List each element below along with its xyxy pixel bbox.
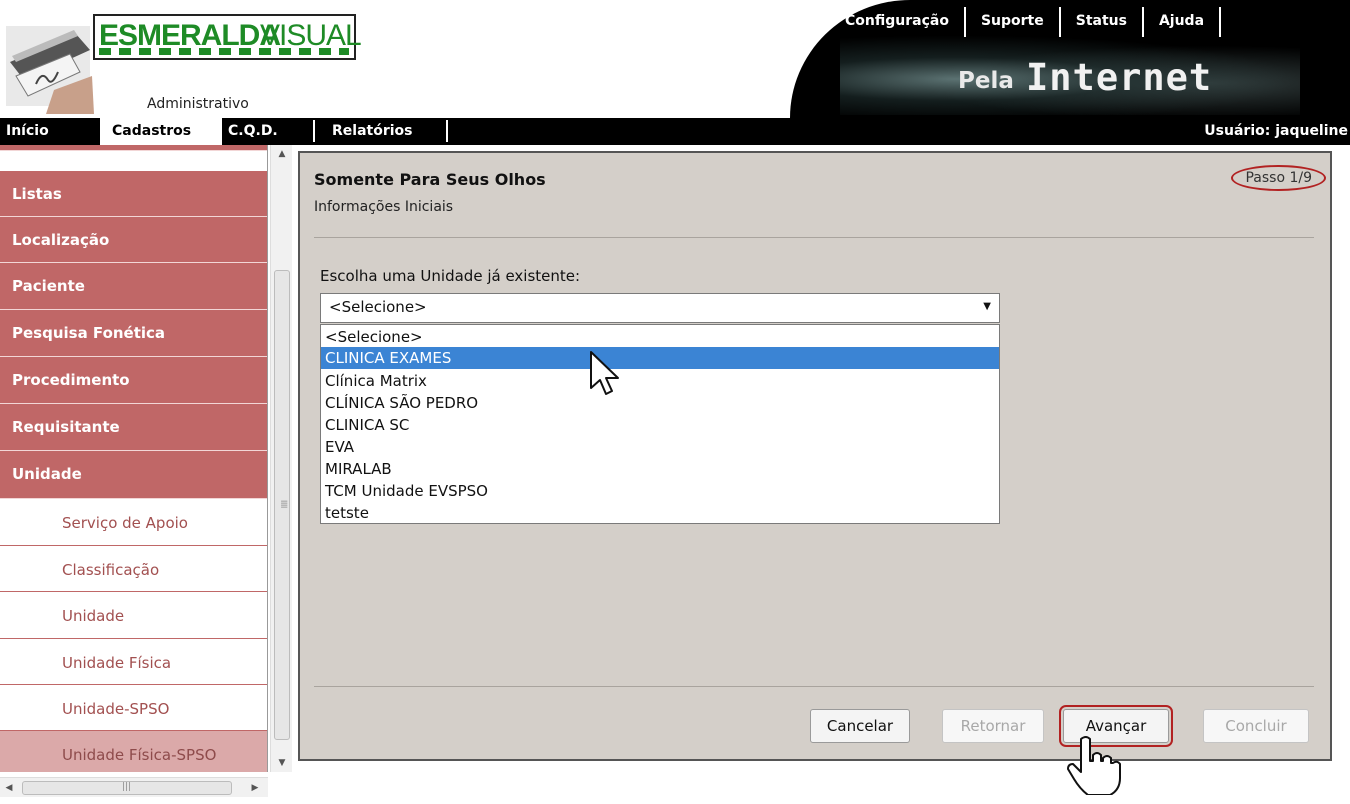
grip-icon: = = (280, 497, 289, 512)
chevron-right-icon[interactable]: ▶ (246, 778, 264, 798)
grip-icon: ||| (122, 782, 132, 792)
sidebar-item-unidade[interactable]: Unidade (0, 451, 267, 499)
dropdown-option[interactable]: MIRALAB (321, 458, 999, 480)
sidebar: Listas Localização Paciente Pesquisa Fon… (0, 145, 293, 804)
nav-separator (313, 120, 315, 142)
sidebar-subitem-unidade[interactable]: Unidade (0, 592, 267, 639)
cancel-button[interactable]: Cancelar (810, 709, 910, 743)
sidebar-item-partial[interactable] (0, 145, 267, 151)
chevron-down-icon[interactable]: ▼ (271, 754, 293, 772)
sidebar-item-requisitante[interactable]: Requisitante (0, 404, 267, 451)
sidebar-vertical-scrollbar[interactable]: ▲ = = ▼ (270, 145, 292, 772)
dropdown-option-highlighted[interactable]: CLINICA EXAMES (321, 347, 999, 369)
dropdown-option[interactable]: TCM Unidade EVSPSO (321, 480, 999, 502)
dropdown-option[interactable]: CLÍNICA SÃO PEDRO (321, 392, 999, 414)
divider (314, 686, 1314, 687)
logo-subtitle: Administrativo (147, 96, 249, 112)
sidebar-item-paciente[interactable]: Paciente (0, 263, 267, 310)
logo-title: ESMERALDA VISUAL (93, 14, 362, 60)
unidade-select[interactable]: <Selecione> ▼ (320, 293, 1000, 323)
app-header: ESMERALDA VISUAL Administrativo Pela Int… (0, 0, 1350, 118)
mouse-pointer-icon (590, 351, 619, 395)
sidebar-subitem-unidade-fisica[interactable]: Unidade Física (0, 639, 267, 685)
banner-internet-text: Internet (1026, 56, 1213, 99)
sidebar-subitem-unidade-spso[interactable]: Unidade-SPSO (0, 685, 267, 731)
top-menu-suporte[interactable]: Suporte (966, 7, 1061, 37)
hand-pointer-icon (1067, 736, 1121, 795)
top-menu-ajuda[interactable]: Ajuda (1144, 7, 1222, 37)
nav-separator (446, 120, 448, 142)
logo-area: ESMERALDA VISUAL Administrativo (0, 0, 800, 118)
unidade-dropdown-list: <Selecione> CLINICA EXAMES Clínica Matri… (320, 324, 1000, 524)
sidebar-item-localizacao[interactable]: Localização (0, 217, 267, 263)
chevron-left-icon[interactable]: ◀ (0, 778, 18, 798)
scrollbar-thumb[interactable]: = = (274, 270, 290, 740)
main-nav: Início Cadastros C.Q.D. Relatórios Usuár… (0, 118, 1350, 145)
nav-relatorios[interactable]: Relatórios (332, 118, 413, 145)
document-logo-icon (6, 26, 94, 114)
sidebar-horizontal-scrollbar[interactable]: ◀ ||| ▶ (0, 777, 268, 797)
dropdown-option[interactable]: EVA (321, 436, 999, 458)
sidebar-list: Listas Localização Paciente Pesquisa Fon… (0, 145, 268, 772)
dropdown-option[interactable]: <Selecione> (321, 326, 999, 348)
back-button[interactable]: Retornar (942, 709, 1044, 743)
dropdown-option[interactable]: tetste (321, 502, 999, 524)
user-label: Usuário: jaqueline (1204, 123, 1348, 139)
select-value: <Selecione> (329, 298, 427, 316)
unidade-select-label: Escolha uma Unidade já existente: (320, 267, 581, 285)
sidebar-item-listas[interactable]: Listas (0, 171, 267, 217)
chevron-up-icon[interactable]: ▲ (271, 145, 293, 163)
top-menu: Configuração Suporte Status Ajuda (830, 7, 1222, 37)
dropdown-option[interactable]: Clínica Matrix (321, 370, 999, 392)
sidebar-subitem-unidade-fisica-spso[interactable]: Unidade Física-SPSO (0, 731, 267, 772)
sidebar-item-pesquisa-fonetica[interactable]: Pesquisa Fonética (0, 310, 267, 357)
logo-strip (99, 48, 349, 55)
wizard-panel: Somente Para Seus Olhos Informações Inic… (298, 151, 1332, 761)
wizard-step-indicator: Passo 1/9 (1231, 165, 1326, 191)
sidebar-subitem-servico-de-apoio[interactable]: Serviço de Apoio (0, 499, 267, 546)
nav-cadastros[interactable]: Cadastros (100, 118, 222, 145)
chevron-down-icon[interactable]: ▼ (983, 301, 991, 312)
top-menu-configuracao[interactable]: Configuração (830, 7, 966, 37)
wizard-title: Somente Para Seus Olhos (314, 170, 546, 189)
divider (314, 237, 1314, 238)
top-menu-status[interactable]: Status (1061, 7, 1144, 37)
sidebar-subitem-classificacao[interactable]: Classificação (0, 546, 267, 592)
nav-inicio[interactable]: Início (6, 118, 49, 145)
sidebar-item-procedimento[interactable]: Procedimento (0, 357, 267, 404)
dropdown-option[interactable]: CLINICA SC (321, 414, 999, 436)
nav-cqd[interactable]: C.Q.D. (228, 118, 278, 145)
wizard-subtitle: Informações Iniciais (314, 199, 454, 215)
finish-button[interactable]: Concluir (1203, 709, 1309, 743)
banner-pela-text: Pela (958, 68, 1014, 94)
